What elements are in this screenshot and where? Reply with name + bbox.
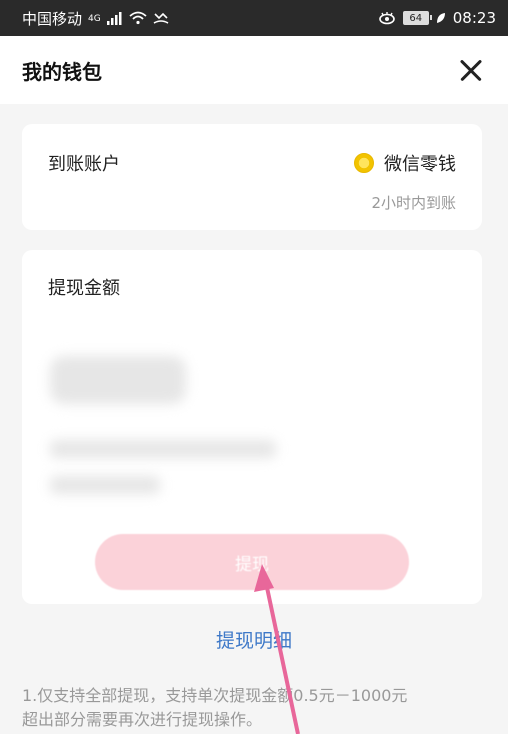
wallet-selector[interactable]: 微信零钱 — [354, 150, 456, 176]
blurred-text-line — [50, 476, 160, 494]
call-icon — [153, 12, 169, 24]
battery-icon: 64 — [402, 11, 432, 25]
withdraw-detail-link[interactable]: 提现明细 — [0, 626, 508, 653]
carrier-name: 中国移动 — [22, 9, 83, 28]
blurred-amount — [50, 356, 186, 404]
status-right: 64 08:23 — [378, 9, 496, 27]
account-row[interactable]: 到账账户 微信零钱 — [48, 150, 456, 176]
status-left: 中国移动 4G — [22, 8, 169, 29]
amount-card: 提现金额 提现 — [22, 250, 482, 604]
arrival-time: 2小时内到账 — [371, 194, 456, 212]
blurred-text-line — [50, 440, 276, 458]
status-bar: 中国移动 4G 64 08:23 — [0, 0, 508, 36]
amount-label: 提现金额 — [48, 278, 120, 299]
close-icon[interactable] — [456, 55, 486, 85]
notice-text: 1.仅支持全部提现，支持单次提现金额0.5元－1000元 超出部分需要再次进行提… — [22, 684, 492, 732]
notice-line-2: 超出部分需要再次进行提现操作。 — [22, 710, 263, 729]
notice-line-1: 1.仅支持全部提现，支持单次提现金额0.5元－1000元 — [22, 686, 408, 705]
coin-icon — [354, 153, 374, 173]
withdraw-button[interactable]: 提现 — [95, 534, 409, 590]
account-label: 到账账户 — [48, 154, 120, 175]
account-card: 到账账户 微信零钱 2小时内到账 — [22, 124, 482, 230]
page-title: 我的钱包 — [22, 59, 102, 84]
leaf-icon — [436, 13, 445, 23]
clock: 08:23 — [452, 9, 496, 27]
network-type: 4G — [88, 13, 101, 24]
wallet-name: 微信零钱 — [384, 154, 456, 175]
wifi-icon — [129, 11, 147, 25]
header: 我的钱包 — [0, 36, 508, 104]
eye-comfort-icon — [378, 12, 395, 25]
signal-icon — [106, 11, 122, 25]
battery-level: 64 — [409, 12, 423, 24]
